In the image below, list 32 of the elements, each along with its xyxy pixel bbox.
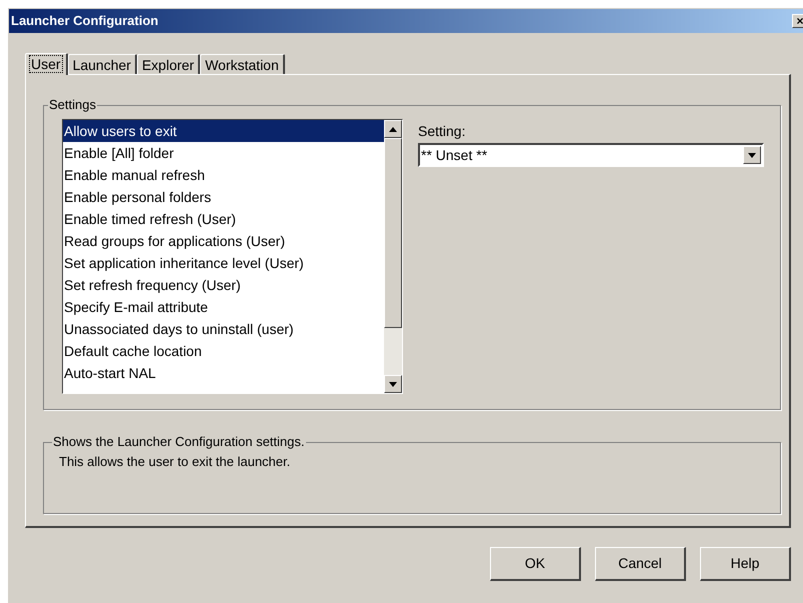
scrollbar[interactable]	[384, 120, 402, 393]
group-title: Shows the Launcher Configuration settings.	[52, 434, 306, 450]
close-button[interactable]: ×	[792, 14, 803, 28]
list-item[interactable]: Unassociated days to uninstall (user)	[63, 318, 384, 340]
list-item[interactable]: Default cache location	[63, 340, 384, 362]
list-item[interactable]: Enable [All] folder	[63, 142, 384, 164]
list-item[interactable]: Specify E-mail attribute	[63, 296, 384, 318]
settings-list[interactable]	[62, 119, 403, 394]
list-item[interactable]: Enable manual refresh	[63, 164, 384, 186]
tab[interactable]: Workstation	[200, 54, 285, 74]
dialog-button[interactable]: Help	[700, 547, 791, 581]
tab[interactable]: Launcher	[68, 54, 137, 74]
list-item[interactable]: Enable personal folders	[63, 186, 384, 208]
setting-label: Setting:	[418, 122, 466, 141]
scroll-up-icon[interactable]	[384, 120, 402, 138]
scroll-thumb[interactable]	[384, 138, 402, 328]
tab[interactable]: Explorer	[136, 54, 200, 74]
list-item[interactable]: Set refresh frequency (User)	[63, 274, 384, 296]
scroll-down-icon[interactable]	[384, 375, 402, 393]
description-text: This allows the user to exit the launcher.	[59, 454, 290, 469]
list-item[interactable]: Set application inheritance level (User)	[63, 252, 384, 274]
list-item[interactable]: Allow users to exit	[63, 120, 384, 142]
dialog-button[interactable]: Cancel	[595, 547, 686, 581]
list-item[interactable]: Enable timed refresh (User)	[63, 208, 384, 230]
dropdown-value: ** Unset **	[420, 146, 488, 164]
setting-dropdown[interactable]: ** Unset **	[418, 143, 764, 167]
list-item[interactable]: Read groups for applications (User)	[63, 230, 384, 252]
window-title: Launcher Configuration	[11, 12, 158, 30]
group-title: Settings	[48, 97, 97, 113]
list-item[interactable]: Auto-start NAL	[63, 362, 384, 384]
dialog-button[interactable]: OK	[490, 547, 581, 581]
tab[interactable]: User	[25, 53, 68, 75]
